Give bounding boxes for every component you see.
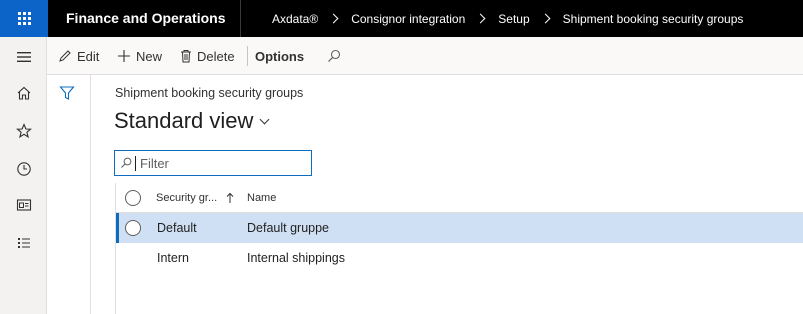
delete-label: Delete (197, 48, 235, 64)
edit-label: Edit (77, 48, 100, 64)
hamburger-button[interactable] (0, 39, 47, 75)
column-header-security-group[interactable]: Security gr... (156, 183, 235, 213)
clock-icon (16, 162, 31, 176)
text-cursor (135, 155, 136, 171)
delete-button[interactable]: Delete (180, 37, 235, 75)
search-icon (121, 157, 132, 168)
select-all-radio[interactable] (125, 190, 141, 206)
workspace-icon (16, 199, 31, 211)
search-button[interactable] (327, 37, 346, 75)
chevron-down-icon (259, 114, 270, 124)
app-launcher-button[interactable] (0, 0, 48, 37)
chevron-right-icon (328, 13, 339, 24)
divider (240, 0, 241, 37)
column-header-name[interactable]: Name (247, 183, 276, 213)
hamburger-icon (16, 52, 31, 62)
filter-field[interactable] (114, 150, 312, 176)
grid-header: Security gr... Name (116, 183, 803, 213)
nav-favorites[interactable] (0, 113, 47, 149)
options-tab[interactable]: Options (255, 37, 304, 75)
chevron-right-icon (475, 13, 486, 24)
column-label: Security gr... (156, 192, 218, 204)
action-pane: Edit New Delete Options (47, 37, 803, 75)
new-button[interactable]: New (117, 37, 162, 75)
nav-home[interactable] (0, 75, 47, 111)
edit-button[interactable]: Edit (58, 37, 99, 75)
chevron-right-icon (540, 13, 551, 24)
breadcrumb-item[interactable]: Shipment booking security groups (563, 12, 744, 26)
plus-icon (118, 50, 130, 62)
sort-ascending-icon (226, 192, 234, 203)
view-selector[interactable]: Standard view (114, 108, 270, 134)
nav-workspaces[interactable] (0, 187, 47, 223)
filter-pane (47, 75, 91, 314)
cell-name[interactable]: Internal shippings (247, 243, 345, 273)
show-filters-button[interactable] (59, 85, 75, 106)
filter-input[interactable] (140, 155, 310, 171)
breadcrumb-item[interactable]: Axdata® (272, 12, 318, 26)
view-name: Standard view (114, 108, 254, 133)
app-title[interactable]: Finance and Operations (66, 0, 225, 37)
star-icon (15, 123, 32, 139)
breadcrumb-item[interactable]: Consignor integration (351, 12, 465, 26)
cell-security-group[interactable]: Default (157, 213, 197, 243)
row-select-radio[interactable] (125, 220, 141, 236)
nav-recent[interactable] (0, 151, 47, 187)
waffle-icon (17, 12, 31, 25)
page-caption: Shipment booking security groups (115, 86, 304, 100)
divider (247, 46, 248, 66)
top-bar: Finance and Operations Axdata® Consignor… (0, 0, 803, 37)
funnel-icon (59, 86, 75, 100)
trash-icon (181, 50, 191, 63)
column-label: Name (247, 192, 277, 204)
nav-modules[interactable] (0, 225, 47, 261)
options-label: Options (255, 48, 305, 64)
table-row[interactable]: Default Default gruppe (116, 213, 803, 243)
search-icon (328, 49, 341, 62)
new-label: New (136, 48, 163, 64)
table-row[interactable]: Intern Internal shippings (116, 243, 803, 273)
breadcrumb-item[interactable]: Setup (498, 12, 529, 26)
cell-security-group[interactable]: Intern (157, 243, 189, 273)
left-nav (0, 37, 47, 314)
cell-name[interactable]: Default gruppe (247, 213, 329, 243)
home-icon (17, 86, 30, 100)
data-grid: Security gr... Name Default Default grup… (115, 183, 803, 314)
pencil-icon (59, 50, 71, 62)
breadcrumb: Axdata® Consignor integration Setup Ship… (272, 0, 743, 37)
list-icon (17, 238, 30, 248)
